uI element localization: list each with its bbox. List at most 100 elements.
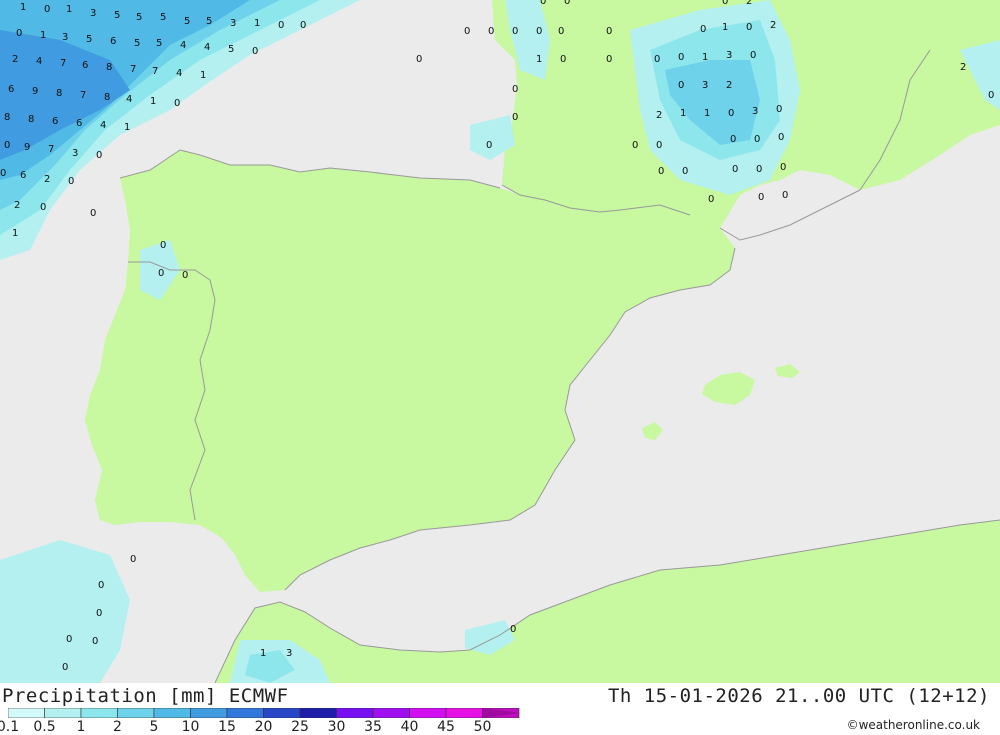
legend-color-bar: [8, 708, 520, 718]
value-label: 3: [726, 50, 732, 61]
value-label: 0: [174, 98, 180, 109]
value-label: 8: [106, 62, 112, 73]
value-label: 0: [654, 54, 660, 65]
value-label: 5: [206, 16, 212, 27]
value-label: 5: [184, 16, 190, 27]
value-label: 4: [176, 68, 182, 79]
value-label: 1: [124, 122, 130, 133]
value-label: 0: [512, 26, 518, 37]
value-label: 0: [776, 104, 782, 115]
legend-swatch: [336, 708, 374, 718]
value-label: 0: [486, 140, 492, 151]
value-label: 4: [204, 42, 210, 53]
value-label: 9: [32, 86, 38, 97]
value-label: 0: [252, 46, 258, 57]
value-label: 0: [62, 662, 68, 673]
value-label: 7: [130, 64, 136, 75]
value-label: 5: [136, 12, 142, 23]
value-label: 5: [156, 38, 162, 49]
value-label: 1: [260, 648, 266, 659]
value-label: 0: [558, 26, 564, 37]
value-label: 4: [180, 40, 186, 51]
value-label: 8: [56, 88, 62, 99]
value-label: 0: [416, 54, 422, 65]
value-label: 0: [988, 90, 994, 101]
value-label: 0: [98, 580, 104, 591]
value-label: 0: [158, 268, 164, 279]
value-label: 0: [560, 54, 566, 65]
legend-swatch: [226, 708, 264, 718]
value-label: 3: [286, 648, 292, 659]
legend-swatch: [372, 708, 410, 718]
value-label: 9: [24, 142, 30, 153]
value-label: 1: [254, 18, 260, 29]
value-label: 0: [658, 166, 664, 177]
value-label: 3: [230, 18, 236, 29]
value-label: 0: [96, 150, 102, 161]
value-label: 2: [770, 20, 776, 31]
value-label: 0: [90, 208, 96, 219]
value-label: 5: [134, 38, 140, 49]
value-label: 4: [36, 56, 42, 67]
value-label: 0: [730, 134, 736, 145]
value-label: 0: [0, 168, 6, 179]
value-label: 6: [82, 60, 88, 71]
value-label: 0: [44, 4, 50, 15]
legend-swatch: [445, 708, 483, 718]
legend-swatch: [44, 708, 82, 718]
value-label: 0: [728, 108, 734, 119]
legend-title: Precipitation [mm] ECMWF: [2, 685, 289, 707]
value-label: 5: [160, 12, 166, 23]
value-label: 0: [678, 52, 684, 63]
value-label: 3: [62, 32, 68, 43]
value-label: 0: [464, 26, 470, 37]
value-label: 6: [8, 84, 14, 95]
precipitation-map: 1 0 1 3 5 5 5 5 5 3 1 0 0 0 1 3 5 6 5 5 …: [0, 0, 1000, 683]
value-label: 7: [60, 58, 66, 69]
value-label: 0: [564, 0, 570, 7]
value-label: 0: [512, 84, 518, 95]
value-label: 0: [732, 164, 738, 175]
value-label: 0: [756, 164, 762, 175]
value-label: 7: [48, 144, 54, 155]
value-label: 2: [12, 54, 18, 65]
value-label: 0: [700, 24, 706, 35]
value-label: 0: [488, 26, 494, 37]
value-label: 0: [4, 140, 10, 151]
value-label: 1: [200, 70, 206, 81]
value-label: 0: [512, 112, 518, 123]
value-label: 0: [678, 80, 684, 91]
value-label: 2: [746, 0, 752, 7]
value-label: 0: [130, 554, 136, 565]
value-label: 1: [40, 30, 46, 41]
value-label: 0: [540, 0, 546, 7]
value-label: 8: [4, 112, 10, 123]
value-label: 0: [632, 140, 638, 151]
value-label: 2: [14, 200, 20, 211]
value-label: 0: [708, 194, 714, 205]
value-label: 0: [780, 162, 786, 173]
value-label: 0: [758, 192, 764, 203]
legend-swatch: [153, 708, 191, 718]
value-label: 6: [76, 118, 82, 129]
value-label: 1: [704, 108, 710, 119]
value-label: 2: [44, 174, 50, 185]
value-label: 3: [90, 8, 96, 19]
value-label: 6: [52, 116, 58, 127]
value-label: 2: [960, 62, 966, 73]
value-label: 2: [726, 80, 732, 91]
credit: ©weatheronline.co.uk: [846, 718, 980, 732]
legend-swatch: [117, 708, 155, 718]
value-label: 1: [20, 2, 26, 13]
value-label: 0: [606, 54, 612, 65]
value-label: 0: [92, 636, 98, 647]
valid-time: Th 15-01-2026 21..00 UTC (12+12): [607, 685, 990, 707]
value-label: 0: [536, 26, 542, 37]
value-label: 1: [702, 52, 708, 63]
value-label: 1: [66, 4, 72, 15]
value-label: 1: [150, 96, 156, 107]
legend-swatch: [8, 708, 45, 718]
value-label: 7: [80, 90, 86, 101]
value-label: 0: [656, 140, 662, 151]
value-label: 1: [680, 108, 686, 119]
